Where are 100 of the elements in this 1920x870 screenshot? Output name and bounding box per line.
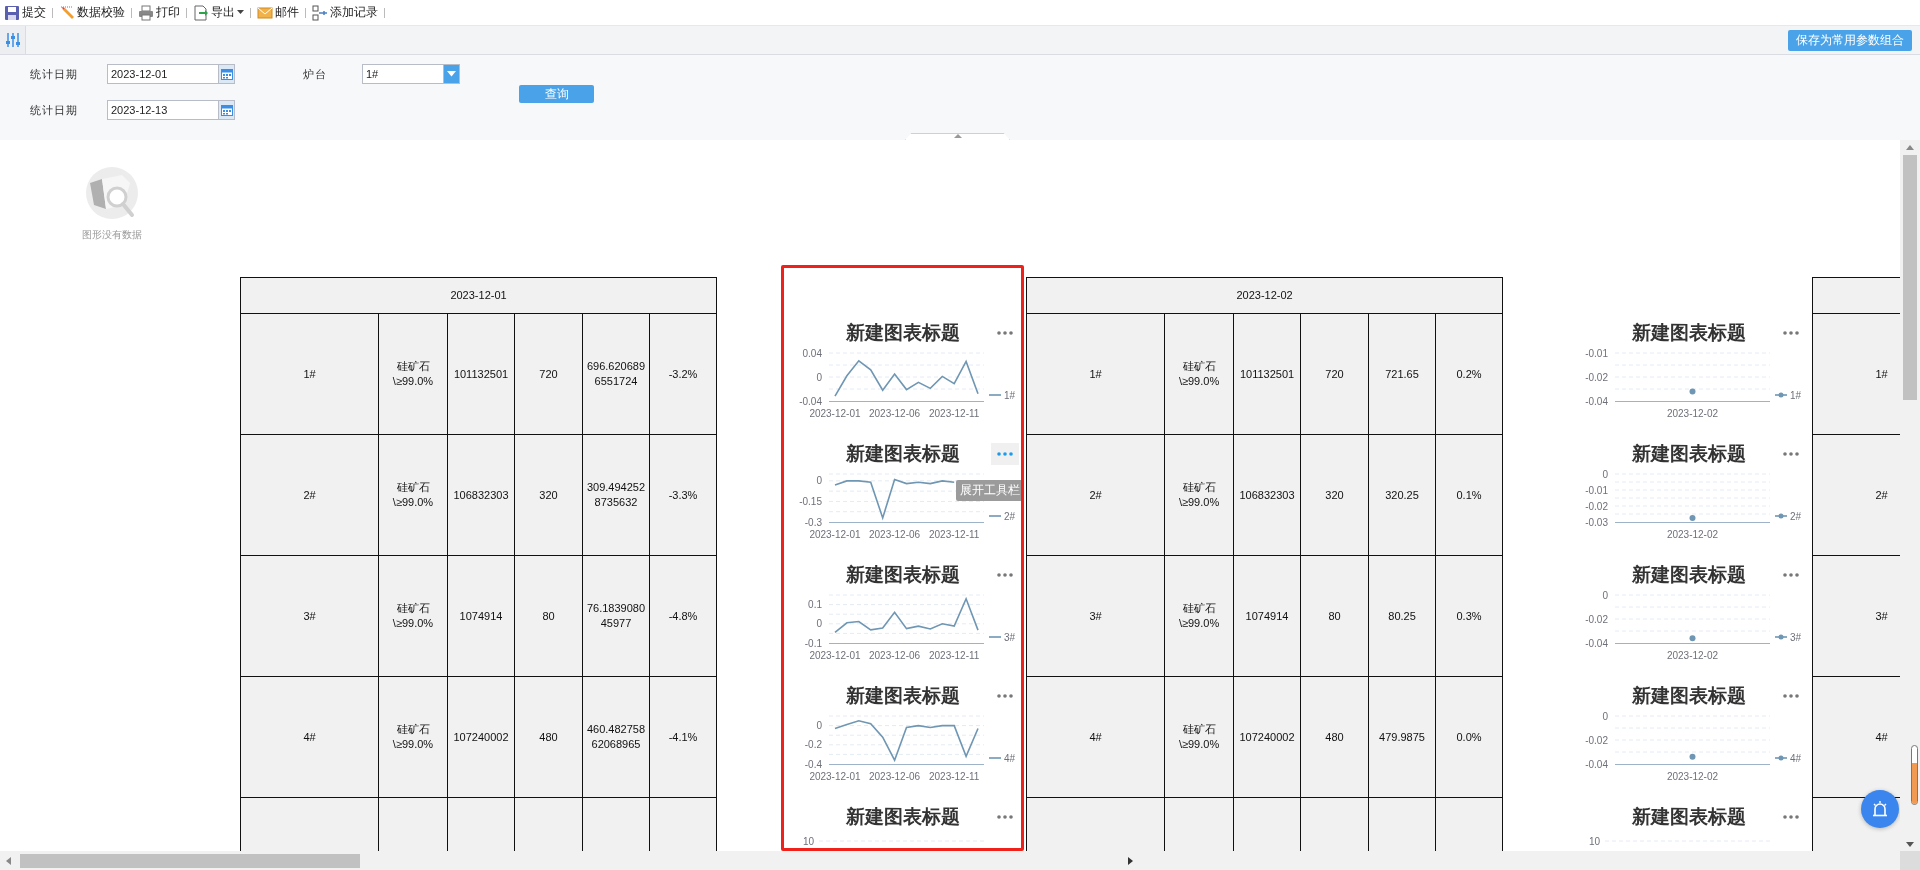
y-axis-label: -0.02 xyxy=(1585,371,1609,383)
calendar-icon xyxy=(220,68,233,80)
legend-label: 3# xyxy=(1790,631,1802,643)
date-field[interactable]: 2023-12-01 xyxy=(107,64,219,84)
table-cell: 320 xyxy=(1300,434,1369,556)
y-axis-label: -0.02 xyxy=(1585,734,1609,746)
table-cell: 4# xyxy=(1026,676,1165,798)
table-cell: 320 xyxy=(514,434,583,556)
x-axis-label: 2023-12-06 xyxy=(869,529,921,540)
table-cell: 1# xyxy=(1812,313,1900,435)
legend-label: 4# xyxy=(1004,752,1016,764)
select-field[interactable]: 1# xyxy=(362,64,444,84)
pencil-icon xyxy=(59,4,75,21)
more-button[interactable] xyxy=(991,443,1020,465)
table-cell: 107240002 xyxy=(1233,676,1301,798)
more-icon xyxy=(1783,694,1800,698)
table-cell: 硅矿石\≥99.0% xyxy=(378,434,448,556)
data-point xyxy=(1689,635,1696,642)
caret-icon xyxy=(1906,841,1914,847)
table-cell: 80 xyxy=(514,555,583,677)
y-axis-label: 0 xyxy=(1602,468,1609,480)
y-axis-label: -0.02 xyxy=(1585,500,1609,512)
data-point xyxy=(1689,753,1696,760)
table-header-cell: 2023-12-02 xyxy=(1026,277,1503,314)
table-cell: 3# xyxy=(240,555,379,677)
toolbar-button[interactable]: 数据校验 xyxy=(56,1,128,24)
table-cell: 1# xyxy=(240,313,379,435)
chart-title: 新建图表标题 xyxy=(1631,321,1746,345)
more-icon xyxy=(997,815,1014,819)
chart-title: 新建图表标题 xyxy=(845,684,960,708)
legend-label: 1# xyxy=(1790,389,1802,401)
table-cell: 硅矿石\≥99.0% xyxy=(1164,434,1234,556)
table-cell: 1074914 xyxy=(447,555,515,677)
parameter-panel-tab[interactable] xyxy=(0,26,26,54)
scrollbar-thumb[interactable] xyxy=(20,853,360,868)
y-axis-label: 0.04 xyxy=(802,347,823,359)
caret-icon xyxy=(1906,144,1914,150)
printer-icon xyxy=(138,4,154,21)
table-cell: 101132501 xyxy=(447,313,515,435)
table-cell: 4# xyxy=(240,676,379,798)
table-cell: 硅矿石\≥99.0% xyxy=(1164,555,1234,677)
caret-icon xyxy=(1127,856,1133,865)
x-axis-label: 2023-12-01 xyxy=(809,408,861,419)
table-cell: 460.48275862068965 xyxy=(582,676,650,798)
alarm-light-icon xyxy=(1871,800,1889,818)
side-indicator xyxy=(1911,745,1918,805)
calendar-icon xyxy=(220,104,233,116)
table-cell: 4# xyxy=(1812,676,1900,798)
y-axis-label: -0.01 xyxy=(1585,484,1609,496)
caret-icon xyxy=(953,134,962,138)
y-axis-label: -0.15 xyxy=(799,495,823,507)
toolbar-button[interactable]: 邮件 xyxy=(254,1,302,24)
x-axis-label: 2023-12-02 xyxy=(1667,408,1719,419)
scrollbar-thumb[interactable] xyxy=(1903,155,1917,400)
calendar-button[interactable] xyxy=(219,100,235,120)
calendar-button[interactable] xyxy=(219,64,235,84)
y-axis-label: -0.04 xyxy=(1585,758,1609,770)
toolbar-button[interactable]: 导出 xyxy=(190,1,247,24)
table-cell: 硅矿石\≥99.0% xyxy=(378,676,448,798)
legend-label: 2# xyxy=(1790,510,1802,522)
table-cell: 720 xyxy=(1300,313,1369,435)
table-cell: 106832303 xyxy=(1233,434,1301,556)
data-point xyxy=(1689,388,1696,395)
table-cell: -3.3% xyxy=(649,434,717,556)
more-icon xyxy=(1783,331,1800,335)
chart-title: 新建图表标题 xyxy=(1631,563,1746,587)
x-axis-label: 2023-12-11 xyxy=(929,529,980,540)
more-icon xyxy=(1783,815,1800,819)
y-axis-label: 0 xyxy=(1602,589,1609,601)
toolbar-button[interactable]: 添加记录 xyxy=(309,1,381,24)
no-data-text: 图形没有数据 xyxy=(82,228,142,242)
field-label: 统计日期 xyxy=(30,102,79,118)
toolbar-button[interactable]: 提交 xyxy=(1,1,49,24)
table-cell: 0.1% xyxy=(1435,434,1503,556)
y-axis-label: 0 xyxy=(816,371,823,383)
table-cell: 硅矿石\≥99.0% xyxy=(378,555,448,677)
x-axis-label: 2023-12-06 xyxy=(869,771,921,782)
more-icon xyxy=(1783,452,1800,456)
collapse-handle[interactable] xyxy=(905,133,1010,140)
table-cell: 480 xyxy=(1300,676,1369,798)
y-axis-label: 0 xyxy=(816,475,823,487)
tooltip: 展开工具栏 xyxy=(956,480,1022,501)
x-axis-label: 2023-12-06 xyxy=(869,408,921,419)
y-axis-label: 0 xyxy=(1602,710,1609,722)
toolbar-button[interactable]: 打印 xyxy=(135,1,183,24)
table-cell: 479.9875 xyxy=(1368,676,1436,798)
x-axis-label: 2023-12-01 xyxy=(809,771,861,782)
chart-title: 新建图表标题 xyxy=(845,321,960,345)
table-cell: 3# xyxy=(1026,555,1165,677)
y-axis-label: -0.04 xyxy=(799,395,823,407)
table-cell: 1074914 xyxy=(1233,555,1301,677)
y-axis-label: -0.04 xyxy=(1585,637,1609,649)
y-axis-label: -0.02 xyxy=(1585,613,1609,625)
table-cell: 3# xyxy=(1812,555,1900,677)
dropdown-button[interactable] xyxy=(444,64,460,84)
field-label: 统计日期 xyxy=(30,66,79,82)
more-icon xyxy=(997,452,1014,456)
y-axis-label: 10 xyxy=(1588,835,1601,847)
table-cell: 80.25 xyxy=(1368,555,1436,677)
date-field[interactable]: 2023-12-13 xyxy=(107,100,219,120)
